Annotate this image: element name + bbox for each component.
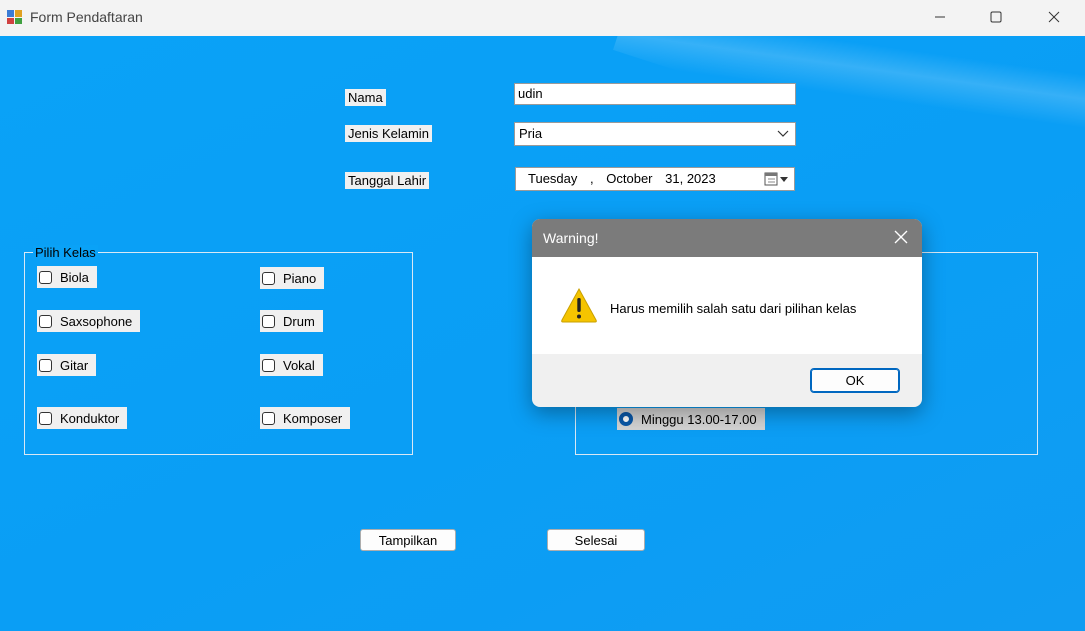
close-icon[interactable] — [894, 230, 908, 244]
chevron-down-icon — [777, 130, 789, 137]
jenis-kelamin-value: Pria — [519, 126, 543, 141]
checkbox-piano[interactable]: Piano — [260, 267, 325, 289]
checkbox-label: Drum — [283, 313, 315, 329]
checkbox-label: Komposer — [283, 410, 343, 426]
tampilkan-button[interactable]: Tampilkan — [360, 529, 456, 551]
dialog-body: Harus memilih salah satu dari pilihan ke… — [532, 257, 922, 354]
dialog-titlebar: Warning! — [532, 219, 922, 257]
minimize-icon — [935, 16, 945, 18]
date-separator: , — [590, 171, 594, 186]
minimize-button[interactable] — [917, 0, 963, 34]
calendar-dropdown-icon[interactable] — [764, 171, 790, 187]
tanggal-lahir-datepicker[interactable]: Tuesday , October 31, 2023 — [515, 167, 795, 191]
form-app-icon — [7, 10, 22, 24]
radio-label: Minggu 13.00-17.00 — [641, 411, 757, 427]
checkbox-label: Konduktor — [60, 410, 120, 426]
tanggal-lahir-label: Tanggal Lahir — [345, 172, 430, 189]
nama-input[interactable]: udin — [514, 83, 796, 105]
maximize-button[interactable] — [973, 0, 1019, 34]
date-month: October — [606, 171, 653, 186]
warning-icon — [561, 287, 597, 323]
checkbox-box[interactable] — [262, 358, 275, 372]
checkbox-konduktor[interactable]: Konduktor — [37, 407, 128, 429]
checkbox-biola[interactable]: Biola — [37, 266, 97, 288]
checkbox-box[interactable] — [39, 411, 52, 425]
checkbox-box[interactable] — [39, 314, 52, 328]
radio-selected-indicator[interactable] — [619, 412, 633, 426]
jenis-kelamin-label: Jenis Kelamin — [345, 125, 432, 142]
checkbox-komposer[interactable]: Komposer — [260, 407, 351, 429]
date-day-year: 31, 2023 — [665, 171, 716, 186]
date-day-name: Tuesday — [528, 171, 578, 186]
checkbox-label: Gitar — [60, 357, 89, 373]
checkbox-drum[interactable]: Drum — [260, 310, 323, 332]
nama-label: Nama — [345, 89, 386, 106]
pilih-kelas-title: Pilih Kelas — [33, 245, 98, 260]
radio-minggu[interactable]: Minggu 13.00-17.00 — [617, 408, 765, 430]
dialog-title: Warning! — [543, 230, 599, 246]
checkbox-label: Piano — [283, 270, 317, 286]
warning-dialog: Warning! Harus memilih salah satu dari p… — [532, 219, 922, 407]
selesai-button[interactable]: Selesai — [547, 529, 645, 551]
close-icon — [1048, 11, 1060, 23]
checkbox-box[interactable] — [262, 271, 275, 285]
checkbox-label: Biola — [60, 269, 89, 285]
checkbox-saxsophone[interactable]: Saxsophone — [37, 310, 141, 332]
jenis-kelamin-select[interactable]: Pria — [514, 122, 796, 146]
ok-button[interactable]: OK — [810, 368, 900, 393]
checkbox-box[interactable] — [39, 358, 52, 372]
window-title: Form Pendaftaran — [30, 9, 143, 25]
maximize-icon — [990, 11, 1002, 23]
close-window-button[interactable] — [1031, 0, 1077, 34]
window-titlebar: Form Pendaftaran — [0, 0, 1085, 35]
checkbox-box[interactable] — [262, 411, 275, 425]
checkbox-gitar[interactable]: Gitar — [37, 354, 97, 376]
checkbox-label: Vokal — [283, 357, 315, 373]
checkbox-box[interactable] — [262, 314, 275, 328]
checkbox-label: Saxsophone — [60, 313, 133, 329]
dialog-message: Harus memilih salah satu dari pilihan ke… — [610, 301, 857, 316]
checkbox-box[interactable] — [39, 270, 52, 284]
checkbox-vokal[interactable]: Vokal — [260, 354, 323, 376]
